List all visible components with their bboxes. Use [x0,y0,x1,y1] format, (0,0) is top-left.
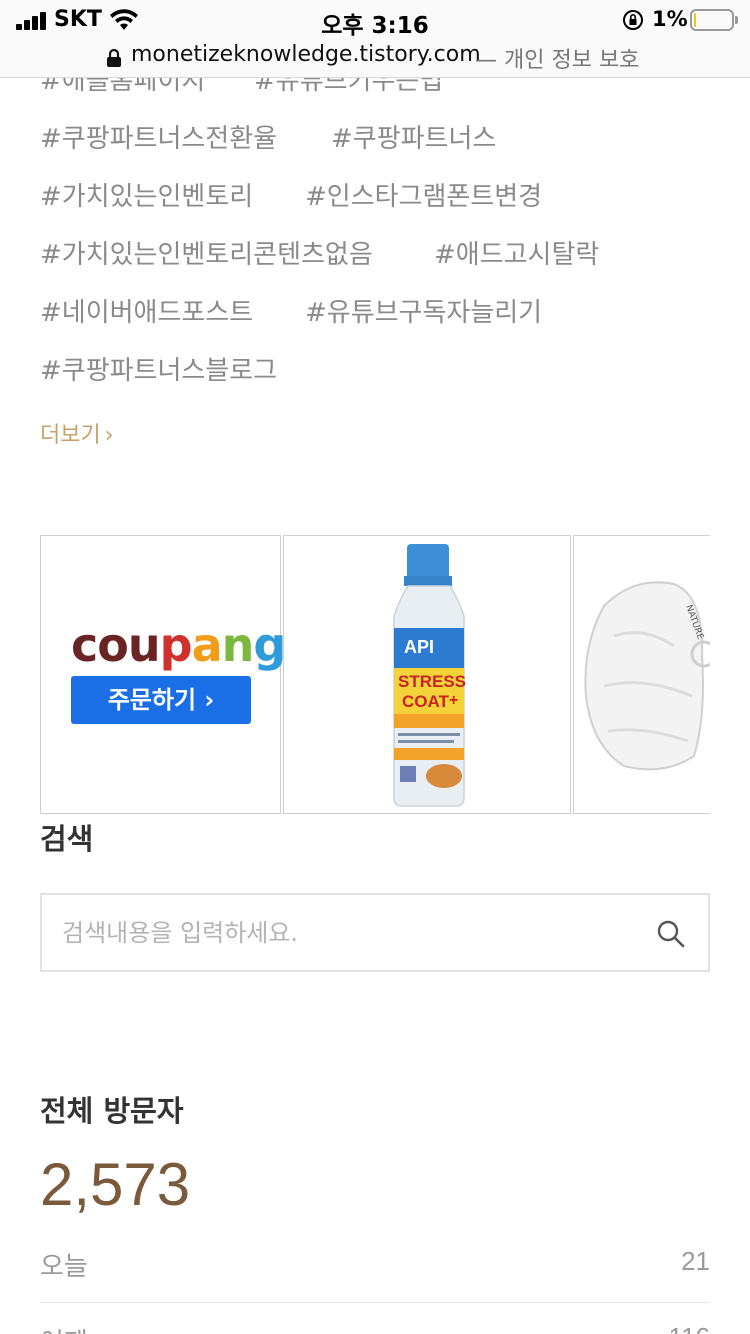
tag-row: #네이버애드포스트 #유튜브구독자늘리기 [0,292,750,332]
stress-coat-bottle-image: API STRESS COAT + [393,544,466,807]
search-section-title: 검색 [40,822,94,856]
logo-letter: g [253,618,286,672]
logo-letter: p [159,618,193,672]
battery-level-fill [694,13,696,27]
tag-link[interactable]: #인스타그램폰트변경 [305,176,542,213]
search-box[interactable] [40,893,710,972]
product-card-filter-bag[interactable]: NATURE [573,535,710,814]
logo-letter: u [127,618,161,672]
plus-text: + [449,692,458,709]
search-input[interactable] [62,911,642,955]
logo-letter: a [191,618,223,672]
battery-icon [690,9,738,31]
logo-letter: o [97,618,129,672]
tag-link[interactable]: #가치있는인벤토리 [40,176,253,213]
tag-row: #쿠팡파트너스블로그 [0,350,750,390]
tag-row: #가치있는인벤토리 #인스타그램폰트변경 [0,176,750,216]
status-bar: SKT 오후 3:16 1% [0,0,750,40]
lock-icon [107,48,121,67]
ad-logo-cell[interactable]: coupang 주문하기 › [40,535,286,814]
tag-link[interactable]: #유튜브키우는법 [254,78,443,97]
divider [40,1302,710,1303]
tag-cloud: #애플홈페이지 #유튜브키우는법 #쿠팡파트너스전환율 #쿠팡파트너스 #가치있… [0,78,750,458]
tag-link[interactable]: #쿠팡파트너스 [331,118,496,155]
more-tags-label: 더보기 [40,423,101,448]
coat-text: COAT [402,692,450,711]
url-privacy-label: — 개인 정보 보호 [475,48,640,73]
battery-percent: 1% [652,7,688,31]
tag-row: #가치있는인벤토리콘텐츠없음 #애드고시탈락 [0,234,750,274]
logo-letter: c [71,618,98,672]
chevron-right-icon: › [104,423,114,448]
today-value: 21 [681,1246,710,1276]
tag-row: #쿠팡파트너스전환율 #쿠팡파트너스 [0,118,750,158]
visitor-total-count: 2,573 [40,1151,191,1218]
rotation-lock-icon [623,10,643,30]
url-bar[interactable]: monetizeknowledge.tistory.com — 개인 정보 보호 [0,40,750,78]
search-icon[interactable] [656,919,686,949]
coupang-logo: coupang [71,618,286,672]
today-label: 오늘 [40,1252,88,1282]
visitor-section-title: 전체 방문자 [40,1094,184,1128]
today-visitors-row: 오늘 21 [40,1236,710,1296]
url-domain: monetizeknowledge.tistory.com [131,42,481,67]
yesterday-label: 어제 [40,1322,88,1334]
tag-link[interactable]: #네이버애드포스트 [40,292,253,329]
coupang-ad-banner[interactable]: coupang 주문하기 › API STRESS COAT + NATURE [40,535,710,814]
filter-bag-image: NATURE [584,581,710,771]
tag-link[interactable]: #유튜브구독자늘리기 [305,292,542,329]
yesterday-visitors-row: 어제 116 [40,1312,710,1334]
tag-link[interactable]: #가치있는인벤토리콘텐츠없음 [40,234,373,271]
tag-link[interactable]: #애드고시탈락 [434,234,599,271]
product-card-stress-coat[interactable]: API STRESS COAT + [283,535,571,814]
stress-text: STRESS [398,672,466,691]
yesterday-value: 116 [669,1322,710,1334]
order-button[interactable]: 주문하기 › [71,676,251,724]
api-brand-text: API [404,637,434,657]
tag-row: #애플홈페이지 #유튜브키우는법 [0,78,750,100]
logo-letter: n [221,618,255,672]
tag-link[interactable]: #애플홈페이지 [40,78,205,97]
tag-link[interactable]: #쿠팡파트너스블로그 [40,350,277,387]
more-tags-link[interactable]: 더보기 › [40,417,114,449]
tag-link[interactable]: #쿠팡파트너스전환율 [40,118,277,155]
